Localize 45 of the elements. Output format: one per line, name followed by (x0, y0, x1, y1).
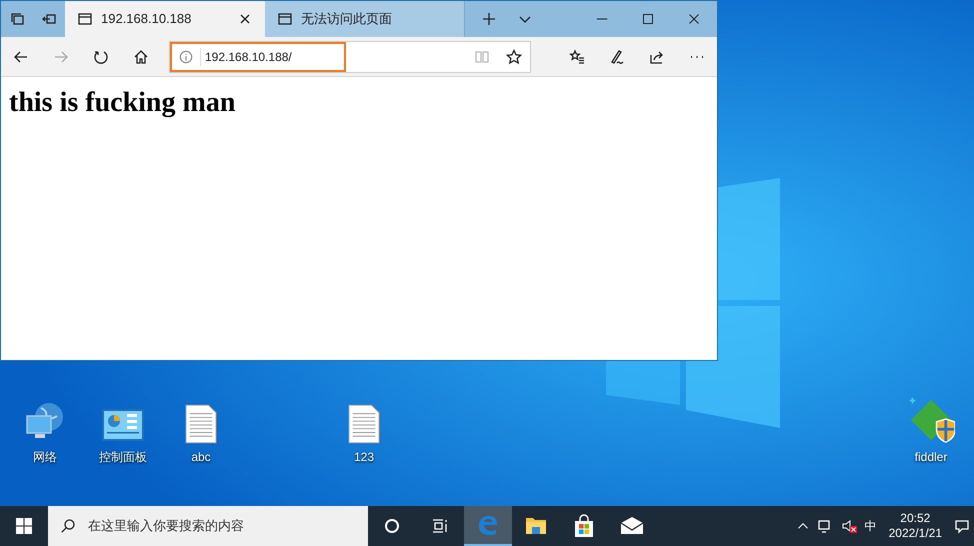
url-text: 192.168.10.188/ (200, 48, 292, 66)
tab-title: 无法访问此页面 (301, 10, 393, 28)
search-placeholder: 在这里输入你要搜索的内容 (88, 517, 244, 536)
page-icon (277, 11, 293, 27)
windows-logo-icon (16, 518, 32, 534)
maximize-icon (642, 13, 654, 25)
info-icon (179, 50, 193, 64)
pen-icon (609, 48, 625, 64)
document-icon (348, 404, 380, 444)
task-view-icon (432, 518, 448, 534)
search-icon (60, 518, 76, 534)
clock-date: 2022/1/21 (888, 526, 942, 541)
page-heading: this is fucking man (9, 89, 236, 117)
home-icon (133, 48, 149, 64)
favorites-list-icon (569, 48, 585, 64)
back-arrow-icon (13, 48, 29, 64)
desktop-icon-label[interactable]: 控制面板 (99, 448, 147, 466)
desktop-icon-label[interactable]: abc (191, 448, 211, 466)
star-icon[interactable] (506, 48, 522, 64)
share-icon (649, 48, 665, 64)
tab-title: 192.168.10.188 (101, 10, 192, 28)
control-panel-icon (101, 408, 145, 444)
address-bar[interactable]: 192.168.10.188/ (169, 40, 531, 72)
notification-icon[interactable] (954, 518, 970, 534)
desktop-icon-label[interactable]: fiddler (914, 448, 948, 466)
speaker-muted-icon[interactable] (840, 518, 857, 534)
search-box[interactable]: 在这里输入你要搜索的内容 (48, 506, 368, 546)
page-icon (77, 11, 93, 27)
clock-time: 20:52 (900, 511, 930, 526)
refresh-icon (93, 48, 109, 64)
tabs-icon (9, 11, 25, 27)
forward-arrow-icon (53, 48, 69, 64)
ime-indicator[interactable]: 中 (864, 517, 877, 535)
close-icon (688, 13, 700, 25)
browser-tab[interactable]: 192.168.10.188 (65, 1, 265, 37)
store-bag-icon (572, 514, 596, 538)
browser-tab[interactable]: 无法访问此页面 (265, 1, 465, 37)
fiddler-icon (907, 396, 955, 444)
clock[interactable]: 20:52 2022/1/21 (884, 511, 946, 541)
new-tab-icon[interactable] (481, 11, 497, 27)
desktop-icon-label[interactable]: 123 (354, 448, 374, 466)
desktop-icon-label[interactable]: 网络 (33, 448, 57, 466)
document-icon (185, 404, 217, 444)
circle-icon (384, 518, 400, 534)
edge-icon (476, 513, 500, 537)
